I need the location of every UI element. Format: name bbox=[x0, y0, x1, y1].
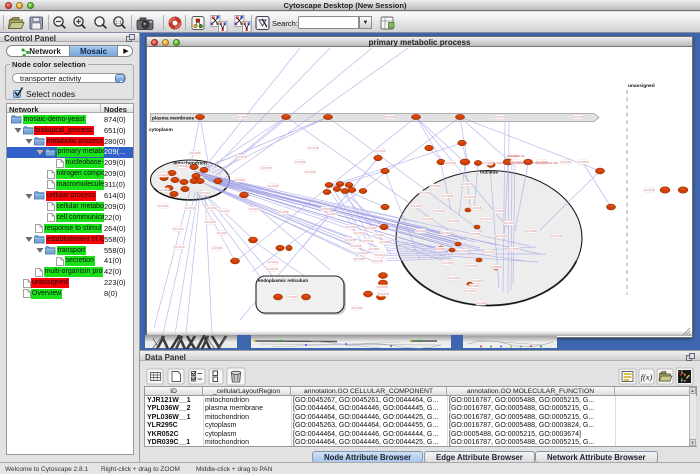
svg-text:GO:0054: GO:0054 bbox=[351, 244, 362, 248]
svg-text:GO:0091: GO:0091 bbox=[436, 247, 447, 251]
svg-text:GO:0045: GO:0045 bbox=[445, 161, 456, 165]
svg-text:GO:0091: GO:0091 bbox=[237, 115, 248, 119]
svg-text:GO:0068: GO:0068 bbox=[526, 229, 537, 233]
svg-text:GO:0023: GO:0023 bbox=[354, 231, 365, 235]
svg-text:GO:0038: GO:0038 bbox=[321, 207, 332, 211]
svg-text:GO:0044: GO:0044 bbox=[448, 276, 459, 280]
svg-text:nucleus: nucleus bbox=[480, 170, 498, 176]
svg-text:GO:0021: GO:0021 bbox=[219, 209, 230, 213]
svg-text:GO:0015: GO:0015 bbox=[375, 253, 386, 257]
svg-text:GO:0034: GO:0034 bbox=[434, 209, 445, 213]
svg-text:GO:0087: GO:0087 bbox=[469, 284, 480, 288]
svg-text:GO:0056: GO:0056 bbox=[458, 249, 469, 253]
svg-text:GO:0078: GO:0078 bbox=[267, 267, 278, 271]
svg-text:GO:0038: GO:0038 bbox=[177, 164, 188, 168]
svg-text:GO:0025: GO:0025 bbox=[377, 285, 388, 289]
svg-text:GO:0055: GO:0055 bbox=[380, 240, 391, 244]
svg-text:1:1: 1:1 bbox=[115, 20, 122, 25]
svg-text:GO:0055: GO:0055 bbox=[442, 261, 453, 265]
svg-text:GO:0047: GO:0047 bbox=[481, 217, 492, 221]
svg-text:GO:44(G:44: GO:44(G:44 bbox=[508, 154, 525, 158]
svg-text:GO:0014: GO:0014 bbox=[185, 206, 196, 210]
svg-text:GO:0044464(GO:0044464(GO:00444: GO:0044464(GO:0044464(GO:0044464(GO:004 bbox=[493, 161, 558, 165]
svg-text:GO:0041: GO:0041 bbox=[158, 173, 169, 177]
svg-text:GO:0036: GO:0036 bbox=[466, 264, 477, 268]
svg-text:GO:0097: GO:0097 bbox=[465, 289, 476, 293]
svg-text:GO:0099: GO:0099 bbox=[305, 170, 316, 174]
svg-text:GO:0018: GO:0018 bbox=[471, 206, 482, 210]
svg-text:GO:0039: GO:0039 bbox=[205, 220, 216, 224]
svg-text:GO:0045: GO:0045 bbox=[573, 115, 584, 119]
svg-text:GO:0021: GO:0021 bbox=[235, 178, 246, 182]
svg-text:GO:0083: GO:0083 bbox=[411, 204, 422, 208]
svg-text:endoplasmic reticulum: endoplasmic reticulum bbox=[258, 278, 308, 283]
svg-text:GO:0053: GO:0053 bbox=[366, 226, 377, 230]
svg-text:GO:0029: GO:0029 bbox=[644, 188, 655, 192]
svg-text:GO:0013: GO:0013 bbox=[174, 245, 185, 249]
svg-text:GO:0087: GO:0087 bbox=[217, 231, 228, 235]
svg-text:cytoplasm: cytoplasm bbox=[149, 127, 173, 133]
svg-text:GO:0093: GO:0093 bbox=[295, 160, 306, 164]
svg-text:GO:0024: GO:0024 bbox=[385, 115, 396, 119]
svg-text:GO:0085: GO:0085 bbox=[278, 210, 289, 214]
svg-text:GO:0058: GO:0058 bbox=[378, 292, 389, 296]
svg-text:GO:0081: GO:0081 bbox=[212, 246, 223, 250]
svg-text:GO:0022: GO:0022 bbox=[441, 231, 452, 235]
svg-text:GO:0020: GO:0020 bbox=[352, 306, 363, 310]
svg-text:GO:0067: GO:0067 bbox=[327, 212, 338, 216]
svg-text:GO:0015: GO:0015 bbox=[494, 209, 505, 213]
svg-text:GO:0080: GO:0080 bbox=[430, 184, 441, 188]
svg-text:GO:0058: GO:0058 bbox=[345, 238, 356, 242]
svg-text:GO:0013: GO:0013 bbox=[206, 206, 217, 210]
svg-text:GO:0021: GO:0021 bbox=[374, 233, 385, 237]
svg-text:GO:0085: GO:0085 bbox=[268, 184, 279, 188]
svg-text:f(x): f(x) bbox=[641, 372, 653, 382]
svg-text:GO:0063: GO:0063 bbox=[375, 149, 386, 153]
svg-text:GO:0039: GO:0039 bbox=[448, 219, 459, 223]
svg-text:GO:0053: GO:0053 bbox=[578, 160, 589, 164]
svg-text:GO:0099: GO:0099 bbox=[472, 279, 483, 283]
svg-text:GO:0027: GO:0027 bbox=[200, 191, 211, 195]
svg-text:GO:0057: GO:0057 bbox=[509, 247, 520, 251]
svg-text:GO:0096: GO:0096 bbox=[190, 151, 201, 155]
svg-text:GO:0089: GO:0089 bbox=[442, 194, 453, 198]
svg-text:GO:0091: GO:0091 bbox=[287, 295, 298, 299]
svg-text:GO:0090: GO:0090 bbox=[420, 191, 431, 195]
svg-text:unassigned: unassigned bbox=[628, 83, 655, 89]
svg-text:GO:0047: GO:0047 bbox=[461, 182, 472, 186]
svg-text:GO:0092: GO:0092 bbox=[476, 301, 487, 305]
svg-text:GO:0020: GO:0020 bbox=[504, 221, 515, 225]
svg-text:GO:0045: GO:0045 bbox=[496, 234, 507, 238]
svg-text:GO:0074: GO:0074 bbox=[173, 227, 184, 231]
svg-text:GO:0037: GO:0037 bbox=[347, 225, 358, 229]
svg-text:GO:0019: GO:0019 bbox=[551, 234, 562, 238]
svg-text:GO:0030: GO:0030 bbox=[484, 250, 495, 254]
svg-text:GO:0031: GO:0031 bbox=[268, 260, 279, 264]
svg-text:GO:0087: GO:0087 bbox=[369, 247, 380, 251]
svg-text:GO:0079: GO:0079 bbox=[308, 146, 319, 150]
svg-text:GO:0022: GO:0022 bbox=[363, 239, 374, 243]
svg-text:GO:0039: GO:0039 bbox=[416, 229, 427, 233]
svg-text:GO:0095: GO:0095 bbox=[491, 265, 502, 269]
svg-text:GO:0013: GO:0013 bbox=[495, 115, 506, 119]
svg-text:GO:0079: GO:0079 bbox=[236, 155, 247, 159]
svg-text:GO:0043: GO:0043 bbox=[357, 251, 368, 255]
svg-text:GO:0037: GO:0037 bbox=[249, 207, 260, 211]
svg-text:GO:0068: GO:0068 bbox=[354, 257, 365, 261]
svg-text:GO:0094: GO:0094 bbox=[423, 217, 434, 221]
svg-text:GO:0035: GO:0035 bbox=[261, 166, 272, 170]
svg-text:GO:0078: GO:0078 bbox=[372, 259, 383, 263]
svg-text:GO:0023: GO:0023 bbox=[159, 188, 170, 192]
svg-text:plasma membrane: plasma membrane bbox=[152, 116, 194, 122]
svg-text:GO:0058: GO:0058 bbox=[470, 232, 481, 236]
svg-text:GO:0056: GO:0056 bbox=[465, 195, 476, 199]
svg-text:GO:0064: GO:0064 bbox=[158, 204, 169, 208]
svg-text:GO:0064: GO:0064 bbox=[561, 160, 572, 164]
